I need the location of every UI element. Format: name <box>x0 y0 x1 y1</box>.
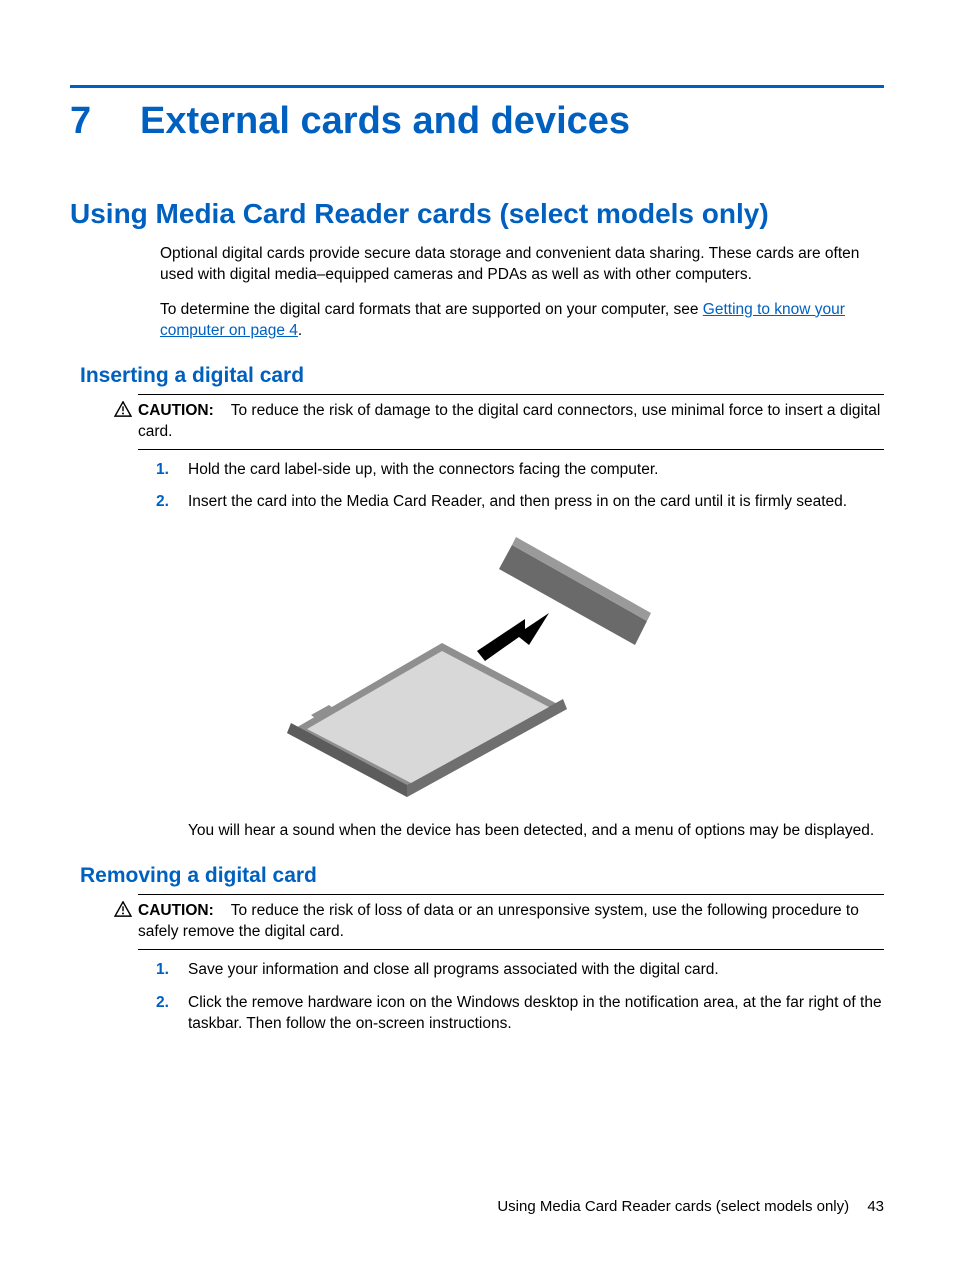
intro-paragraph-2: To determine the digital card formats th… <box>160 300 884 342</box>
chapter-title: External cards and devices <box>140 100 630 143</box>
page-footer: Using Media Card Reader cards (select mo… <box>497 1198 884 1215</box>
caution-icon <box>114 401 132 417</box>
caution-label: CAUTION: <box>138 902 214 919</box>
caution-icon <box>114 901 132 917</box>
list-item: Save your information and close all prog… <box>156 960 884 981</box>
subsection-removing: Removing a digital card <box>80 864 884 888</box>
chapter-rule <box>70 85 884 88</box>
caution-box: CAUTION: To reduce the risk of loss of d… <box>138 894 884 950</box>
caution-text: To reduce the risk of loss of data or an… <box>138 902 859 940</box>
subsection-inserting: Inserting a digital card <box>80 364 884 388</box>
section-title: Using Media Card Reader cards (select mo… <box>70 198 884 230</box>
figure-insert-card <box>267 533 687 803</box>
list-item: Hold the card label-side up, with the co… <box>156 460 884 481</box>
section-intro: Optional digital cards provide secure da… <box>70 244 884 342</box>
removing-steps: Save your information and close all prog… <box>156 960 884 1035</box>
page-number: 43 <box>867 1198 884 1215</box>
list-item: Insert the card into the Media Card Read… <box>156 492 884 513</box>
chapter-number: 7 <box>70 100 140 143</box>
intro-paragraph-1: Optional digital cards provide secure da… <box>160 244 884 286</box>
list-item: Click the remove hardware icon on the Wi… <box>156 993 884 1035</box>
intro2-post: . <box>298 322 302 339</box>
caution-label: CAUTION: <box>138 402 214 419</box>
inserting-steps: Hold the card label-side up, with the co… <box>156 460 884 514</box>
chapter-heading: 7 External cards and devices <box>70 100 884 143</box>
caution-text: To reduce the risk of damage to the digi… <box>138 402 880 440</box>
inserting-note: You will hear a sound when the device ha… <box>188 821 884 842</box>
caution-box: CAUTION: To reduce the risk of damage to… <box>138 394 884 450</box>
intro2-pre: To determine the digital card formats th… <box>160 301 703 318</box>
footer-text: Using Media Card Reader cards (select mo… <box>497 1198 849 1215</box>
